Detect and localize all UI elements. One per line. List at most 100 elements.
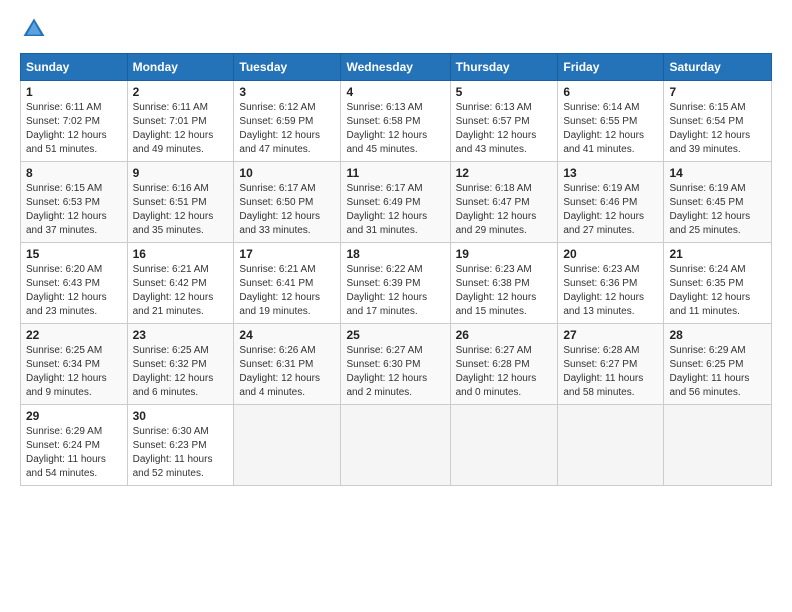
col-header-friday: Friday bbox=[558, 54, 664, 81]
calendar-week-3: 15 Sunrise: 6:20 AMSunset: 6:43 PMDayligh… bbox=[21, 243, 772, 324]
calendar-cell: 17 Sunrise: 6:21 AMSunset: 6:41 PMDayligh… bbox=[234, 243, 341, 324]
calendar-cell: 2 Sunrise: 6:11 AMSunset: 7:01 PMDaylight… bbox=[127, 81, 234, 162]
day-number: 16 bbox=[133, 247, 229, 261]
day-info: Sunrise: 6:21 AMSunset: 6:41 PMDaylight:… bbox=[239, 263, 335, 319]
calendar-cell: 15 Sunrise: 6:20 AMSunset: 6:43 PMDayligh… bbox=[21, 243, 128, 324]
calendar-cell: 10Sunrise: 6:17 AMSunset: 6:50 PMDayligh… bbox=[234, 162, 341, 243]
calendar-cell bbox=[664, 405, 772, 486]
day-info: Sunrise: 6:22 AMSunset: 6:39 PMDaylight:… bbox=[346, 263, 444, 319]
calendar-week-2: 8 Sunrise: 6:15 AMSunset: 6:53 PMDaylight… bbox=[21, 162, 772, 243]
day-number: 29 bbox=[26, 409, 122, 423]
page: SundayMondayTuesdayWednesdayThursdayFrid… bbox=[0, 0, 792, 612]
col-header-wednesday: Wednesday bbox=[341, 54, 450, 81]
day-info: Sunrise: 6:21 AMSunset: 6:42 PMDaylight:… bbox=[133, 263, 229, 319]
calendar-cell: 14 Sunrise: 6:19 AMSunset: 6:45 PMDayligh… bbox=[664, 162, 772, 243]
day-info: Sunrise: 6:18 AMSunset: 6:47 PMDaylight:… bbox=[456, 182, 553, 238]
calendar-cell: 4 Sunrise: 6:13 AMSunset: 6:58 PMDaylight… bbox=[341, 81, 450, 162]
day-info: Sunrise: 6:25 AMSunset: 6:32 PMDaylight:… bbox=[133, 344, 229, 400]
day-info: Sunrise: 6:27 AMSunset: 6:28 PMDaylight:… bbox=[456, 344, 553, 400]
col-header-saturday: Saturday bbox=[664, 54, 772, 81]
day-info: Sunrise: 6:12 AMSunset: 6:59 PMDaylight:… bbox=[239, 101, 335, 157]
day-number: 6 bbox=[563, 85, 658, 99]
calendar-cell: 23Sunrise: 6:25 AMSunset: 6:32 PMDayligh… bbox=[127, 324, 234, 405]
col-header-monday: Monday bbox=[127, 54, 234, 81]
day-info: Sunrise: 6:29 AMSunset: 6:24 PMDaylight:… bbox=[26, 425, 122, 481]
day-info: Sunrise: 6:11 AMSunset: 7:01 PMDaylight:… bbox=[133, 101, 229, 157]
calendar-cell: 29 Sunrise: 6:29 AMSunset: 6:24 PMDayligh… bbox=[21, 405, 128, 486]
day-number: 5 bbox=[456, 85, 553, 99]
day-info: Sunrise: 6:29 AMSunset: 6:25 PMDaylight:… bbox=[669, 344, 766, 400]
day-number: 25 bbox=[346, 328, 444, 342]
col-header-tuesday: Tuesday bbox=[234, 54, 341, 81]
calendar-cell: 5Sunrise: 6:13 AMSunset: 6:57 PMDaylight… bbox=[450, 81, 558, 162]
calendar-cell bbox=[558, 405, 664, 486]
day-number: 21 bbox=[669, 247, 766, 261]
logo-icon bbox=[20, 15, 48, 43]
header bbox=[20, 15, 772, 43]
col-header-thursday: Thursday bbox=[450, 54, 558, 81]
day-info: Sunrise: 6:19 AMSunset: 6:46 PMDaylight:… bbox=[563, 182, 658, 238]
day-number: 24 bbox=[239, 328, 335, 342]
day-info: Sunrise: 6:16 AMSunset: 6:51 PMDaylight:… bbox=[133, 182, 229, 238]
day-info: Sunrise: 6:28 AMSunset: 6:27 PMDaylight:… bbox=[563, 344, 658, 400]
day-info: Sunrise: 6:23 AMSunset: 6:38 PMDaylight:… bbox=[456, 263, 553, 319]
calendar-cell: 30 Sunrise: 6:30 AMSunset: 6:23 PMDayligh… bbox=[127, 405, 234, 486]
day-info: Sunrise: 6:27 AMSunset: 6:30 PMDaylight:… bbox=[346, 344, 444, 400]
calendar-cell: 3 Sunrise: 6:12 AMSunset: 6:59 PMDaylight… bbox=[234, 81, 341, 162]
day-number: 20 bbox=[563, 247, 658, 261]
calendar-cell bbox=[450, 405, 558, 486]
day-number: 4 bbox=[346, 85, 444, 99]
day-number: 22 bbox=[26, 328, 122, 342]
calendar-cell: 18 Sunrise: 6:22 AMSunset: 6:39 PMDayligh… bbox=[341, 243, 450, 324]
day-number: 30 bbox=[133, 409, 229, 423]
calendar-cell: 28 Sunrise: 6:29 AMSunset: 6:25 PMDayligh… bbox=[664, 324, 772, 405]
calendar-cell bbox=[234, 405, 341, 486]
calendar-cell: 13 Sunrise: 6:19 AMSunset: 6:46 PMDayligh… bbox=[558, 162, 664, 243]
day-info: Sunrise: 6:17 AMSunset: 6:49 PMDaylight:… bbox=[346, 182, 444, 238]
day-number: 14 bbox=[669, 166, 766, 180]
day-number: 8 bbox=[26, 166, 122, 180]
day-info: Sunrise: 6:19 AMSunset: 6:45 PMDaylight:… bbox=[669, 182, 766, 238]
day-number: 18 bbox=[346, 247, 444, 261]
calendar-cell: 22 Sunrise: 6:25 AMSunset: 6:34 PMDayligh… bbox=[21, 324, 128, 405]
calendar-header-row: SundayMondayTuesdayWednesdayThursdayFrid… bbox=[21, 54, 772, 81]
day-info: Sunrise: 6:26 AMSunset: 6:31 PMDaylight:… bbox=[239, 344, 335, 400]
day-number: 15 bbox=[26, 247, 122, 261]
calendar-week-1: 1Sunrise: 6:11 AMSunset: 7:02 PMDaylight… bbox=[21, 81, 772, 162]
calendar: SundayMondayTuesdayWednesdayThursdayFrid… bbox=[20, 53, 772, 486]
day-number: 12 bbox=[456, 166, 553, 180]
day-info: Sunrise: 6:30 AMSunset: 6:23 PMDaylight:… bbox=[133, 425, 229, 481]
day-info: Sunrise: 6:23 AMSunset: 6:36 PMDaylight:… bbox=[563, 263, 658, 319]
calendar-cell: 21Sunrise: 6:24 AMSunset: 6:35 PMDayligh… bbox=[664, 243, 772, 324]
day-info: Sunrise: 6:13 AMSunset: 6:58 PMDaylight:… bbox=[346, 101, 444, 157]
day-info: Sunrise: 6:20 AMSunset: 6:43 PMDaylight:… bbox=[26, 263, 122, 319]
logo bbox=[20, 15, 52, 43]
day-number: 27 bbox=[563, 328, 658, 342]
day-info: Sunrise: 6:15 AMSunset: 6:54 PMDaylight:… bbox=[669, 101, 766, 157]
day-number: 19 bbox=[456, 247, 553, 261]
calendar-cell: 27 Sunrise: 6:28 AMSunset: 6:27 PMDayligh… bbox=[558, 324, 664, 405]
day-number: 9 bbox=[133, 166, 229, 180]
calendar-cell: 20 Sunrise: 6:23 AMSunset: 6:36 PMDayligh… bbox=[558, 243, 664, 324]
calendar-cell: 6 Sunrise: 6:14 AMSunset: 6:55 PMDaylight… bbox=[558, 81, 664, 162]
day-number: 17 bbox=[239, 247, 335, 261]
calendar-cell: 7Sunrise: 6:15 AMSunset: 6:54 PMDaylight… bbox=[664, 81, 772, 162]
day-number: 3 bbox=[239, 85, 335, 99]
calendar-cell: 11Sunrise: 6:17 AMSunset: 6:49 PMDayligh… bbox=[341, 162, 450, 243]
calendar-cell: 12 Sunrise: 6:18 AMSunset: 6:47 PMDayligh… bbox=[450, 162, 558, 243]
day-info: Sunrise: 6:14 AMSunset: 6:55 PMDaylight:… bbox=[563, 101, 658, 157]
calendar-cell: 26Sunrise: 6:27 AMSunset: 6:28 PMDayligh… bbox=[450, 324, 558, 405]
calendar-cell: 19 Sunrise: 6:23 AMSunset: 6:38 PMDayligh… bbox=[450, 243, 558, 324]
calendar-cell: 1Sunrise: 6:11 AMSunset: 7:02 PMDaylight… bbox=[21, 81, 128, 162]
day-info: Sunrise: 6:15 AMSunset: 6:53 PMDaylight:… bbox=[26, 182, 122, 238]
day-number: 13 bbox=[563, 166, 658, 180]
calendar-cell bbox=[341, 405, 450, 486]
calendar-cell: 9 Sunrise: 6:16 AMSunset: 6:51 PMDaylight… bbox=[127, 162, 234, 243]
calendar-week-5: 29 Sunrise: 6:29 AMSunset: 6:24 PMDayligh… bbox=[21, 405, 772, 486]
calendar-cell: 25 Sunrise: 6:27 AMSunset: 6:30 PMDayligh… bbox=[341, 324, 450, 405]
day-info: Sunrise: 6:25 AMSunset: 6:34 PMDaylight:… bbox=[26, 344, 122, 400]
day-number: 1 bbox=[26, 85, 122, 99]
calendar-cell: 8 Sunrise: 6:15 AMSunset: 6:53 PMDaylight… bbox=[21, 162, 128, 243]
day-number: 28 bbox=[669, 328, 766, 342]
day-number: 2 bbox=[133, 85, 229, 99]
